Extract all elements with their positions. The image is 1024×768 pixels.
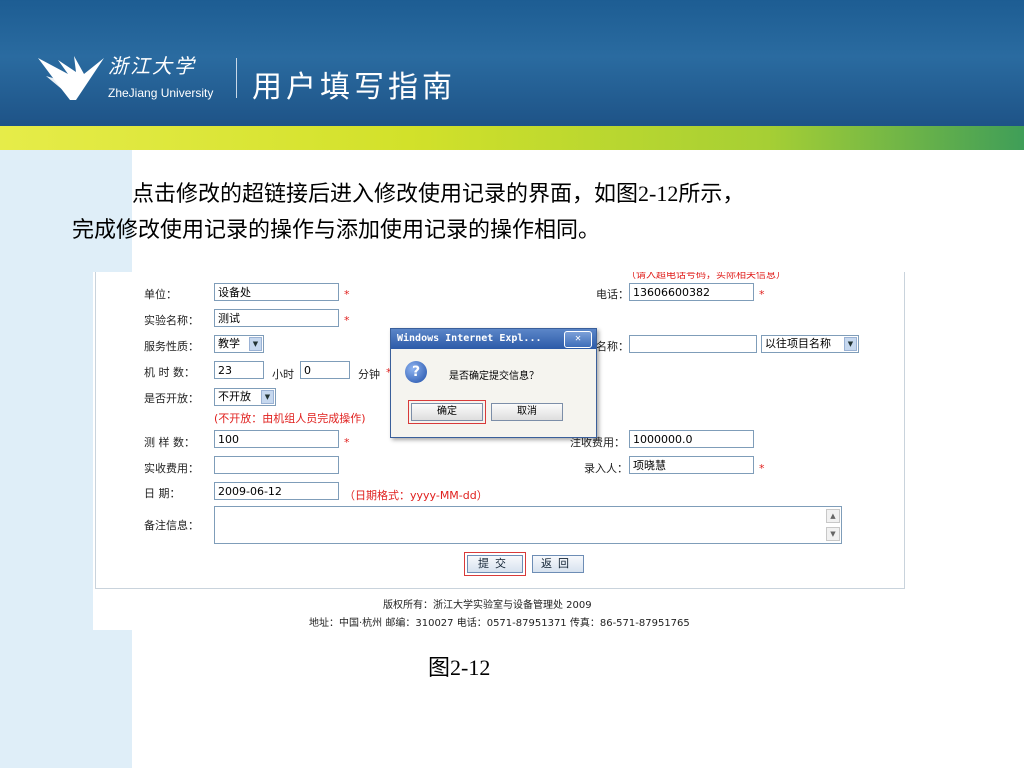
required-mark: * xyxy=(344,314,350,327)
ok-highlight: 确定 xyxy=(408,400,486,424)
chevron-down-icon[interactable]: ▼ xyxy=(261,390,274,404)
dialog-title-bar: Windows Internet Expl... ✕ xyxy=(391,329,596,349)
open-value: 不开放 xyxy=(218,390,251,403)
chevron-down-icon[interactable]: ▼ xyxy=(844,337,857,351)
service-type-label: 服务性质： xyxy=(144,340,199,353)
service-type-value: 教学 xyxy=(218,337,240,350)
unit-label: 单位： xyxy=(144,288,177,301)
sample-count-input[interactable]: 100 xyxy=(214,430,339,448)
top-hint: （请入超电话号码，实际相关信息） xyxy=(626,272,786,281)
description-line-2: 完成修改使用记录的操作与添加使用记录的操作相同。 xyxy=(72,217,601,242)
project-name-input[interactable] xyxy=(629,335,757,353)
question-icon: ? xyxy=(405,361,427,383)
description-line-1: 点击修改的超链接后进入修改使用记录的界面，如图2-12所示， xyxy=(132,181,745,206)
phone-label: 电话： xyxy=(596,288,629,301)
slide-header: 浙江大学 ZheJiang University 用户填写指南 xyxy=(0,0,1024,126)
required-mark: * xyxy=(759,288,765,301)
open-label: 是否开放： xyxy=(144,392,199,405)
hours-input[interactable]: 23 xyxy=(214,361,264,379)
required-mark: * xyxy=(344,436,350,449)
minutes-unit: 分钟 xyxy=(358,368,380,381)
required-mark: * xyxy=(759,462,765,475)
copyright-text: 版权所有：浙江大学实验室与设备管理处 2009 xyxy=(383,600,592,611)
scroll-up-icon[interactable]: ▲ xyxy=(826,509,840,523)
dialog-title: Windows Internet Expl... xyxy=(397,333,542,344)
entered-by-input[interactable]: 项晓慧 xyxy=(629,456,754,474)
machine-time-label: 机 时 数： xyxy=(144,366,195,379)
chevron-down-icon[interactable]: ▼ xyxy=(249,337,262,351)
cancel-button[interactable]: 取消 xyxy=(491,403,563,421)
experiment-name-input[interactable]: 测试 xyxy=(214,309,339,327)
submit-highlight: 提交 xyxy=(464,552,526,576)
ok-button[interactable]: 确定 xyxy=(411,403,483,421)
confirm-dialog: Windows Internet Expl... ✕ ? 是否确定提交信息？ 确… xyxy=(390,328,597,438)
date-label: 日 期： xyxy=(144,487,181,500)
actual-fee-input[interactable] xyxy=(214,456,339,474)
experiment-name-label: 实验名称： xyxy=(144,314,199,327)
fee-input[interactable]: 1000000.0 xyxy=(629,430,754,448)
zju-logo-icon xyxy=(38,56,104,100)
past-project-select[interactable]: 以往项目名称 ▼ xyxy=(761,335,859,353)
hours-unit: 小时 xyxy=(272,368,294,381)
open-note: (不开放：由机组人员完成操作) xyxy=(214,412,366,425)
required-mark: * xyxy=(344,288,350,301)
entered-by-label: 录入人： xyxy=(584,462,628,475)
close-icon[interactable]: ✕ xyxy=(564,331,592,348)
remarks-label: 备注信息： xyxy=(144,519,199,532)
date-input[interactable]: 2009-06-12 xyxy=(214,482,339,500)
open-select[interactable]: 不开放 ▼ xyxy=(214,388,276,406)
remarks-textarea[interactable]: ▲ ▼ xyxy=(214,506,842,544)
unit-input[interactable]: 设备处 xyxy=(214,283,339,301)
color-stripe xyxy=(0,126,1024,150)
phone-input[interactable]: 13606600382 xyxy=(629,283,754,301)
description-text: 点击修改的超链接后进入修改使用记录的界面，如图2-12所示， 完成修改使用记录的… xyxy=(72,176,952,248)
back-button[interactable]: 返回 xyxy=(532,555,584,573)
embedded-screenshot: （请入超电话号码，实际相关信息） 单位： 设备处 * 电话： 136066003… xyxy=(93,272,906,630)
university-name-cn: 浙江大学 xyxy=(108,54,196,78)
university-name-en: ZheJiang University xyxy=(108,86,214,100)
slide-title: 用户填写指南 xyxy=(252,70,456,105)
dialog-message: 是否确定提交信息？ xyxy=(449,371,539,382)
sample-count-label: 测 样 数： xyxy=(144,436,195,449)
date-hint: （日期格式：yyyy-MM-dd） xyxy=(344,489,488,502)
header-divider xyxy=(236,58,237,98)
submit-button[interactable]: 提交 xyxy=(467,555,523,573)
figure-caption: 图2-12 xyxy=(428,655,491,680)
project-name-label: 名称： xyxy=(596,340,629,353)
minutes-input[interactable]: 0 xyxy=(300,361,350,379)
address-text: 地址：中国·杭州 邮编：310027 电话：0571-87951371 传真：8… xyxy=(309,618,690,629)
past-project-value: 以往项目名称 xyxy=(765,337,831,350)
actual-fee-label: 实收费用： xyxy=(144,462,199,475)
scroll-down-icon[interactable]: ▼ xyxy=(826,527,840,541)
service-type-select[interactable]: 教学 ▼ xyxy=(214,335,264,353)
